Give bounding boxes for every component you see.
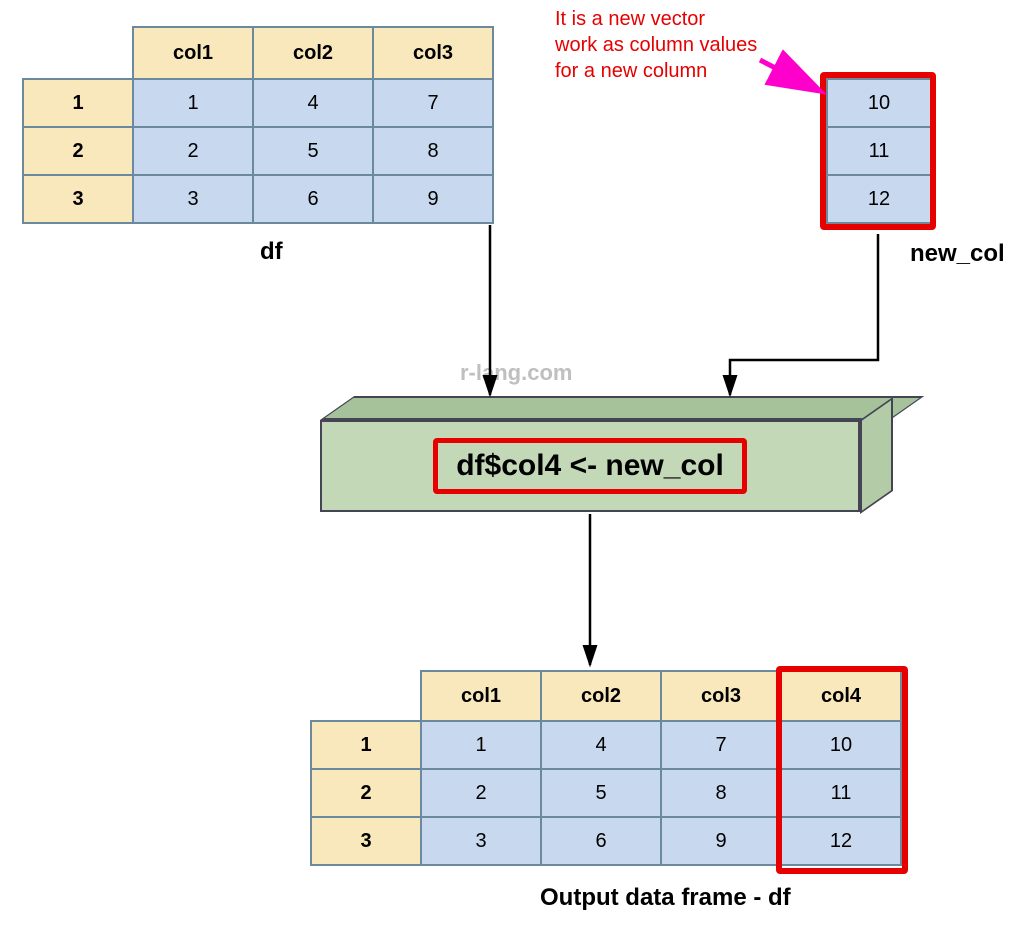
input-row-index: 1 — [23, 79, 133, 127]
output-row-index: 2 — [311, 769, 421, 817]
output-cell: 5 — [541, 769, 661, 817]
output-row-index: 3 — [311, 817, 421, 865]
input-cell: 6 — [253, 175, 373, 223]
output-col-header: col3 — [661, 671, 781, 721]
output-cell: 9 — [661, 817, 781, 865]
input-cell: 5 — [253, 127, 373, 175]
annotation-arrow-icon — [760, 60, 818, 90]
vector-cell: 11 — [827, 127, 931, 175]
new-vector-caption: new_col — [910, 240, 1005, 268]
input-col-header: col3 — [373, 27, 493, 79]
output-col-header: col1 — [421, 671, 541, 721]
output-row-index: 1 — [311, 721, 421, 769]
new-vector-table: 10 11 12 — [826, 78, 932, 224]
input-cell: 4 — [253, 79, 373, 127]
input-row-index: 3 — [23, 175, 133, 223]
output-col-header: col2 — [541, 671, 661, 721]
input-cell: 7 — [373, 79, 493, 127]
input-cell: 9 — [373, 175, 493, 223]
output-cell: 1 — [421, 721, 541, 769]
vector-cell: 10 — [827, 79, 931, 127]
output-cell: 12 — [781, 817, 901, 865]
input-cell: 2 — [133, 127, 253, 175]
input-df-caption: df — [260, 238, 283, 266]
watermark-text: r-lang.com — [460, 360, 572, 386]
output-col-header: col4 — [781, 671, 901, 721]
output-cell: 8 — [661, 769, 781, 817]
annotation-line: for a new column — [555, 60, 707, 82]
output-cell: 7 — [661, 721, 781, 769]
input-row-index: 2 — [23, 127, 133, 175]
output-cell: 4 — [541, 721, 661, 769]
output-df-caption: Output data frame - df — [540, 884, 791, 912]
annotation-line: It is a new vector — [555, 8, 705, 30]
output-cell: 10 — [781, 721, 901, 769]
output-cell: 6 — [541, 817, 661, 865]
arrow-vector-to-op-icon — [730, 234, 878, 395]
output-cell: 11 — [781, 769, 901, 817]
input-col-header: col1 — [133, 27, 253, 79]
annotation-text: It is a new vector work as column values… — [555, 6, 757, 84]
input-cell: 1 — [133, 79, 253, 127]
annotation-line: work as column values — [555, 34, 757, 56]
input-cell: 3 — [133, 175, 253, 223]
input-df-table: col1 col2 col3 1 1 4 7 2 2 5 8 3 3 6 9 — [22, 26, 494, 224]
operation-code: df$col4 <- new_col — [433, 438, 747, 494]
output-df-table: col1 col2 col3 col4 1 1 4 7 10 2 2 5 8 1… — [310, 670, 902, 866]
input-cell: 8 — [373, 127, 493, 175]
vector-cell: 12 — [827, 175, 931, 223]
output-cell: 3 — [421, 817, 541, 865]
input-col-header: col2 — [253, 27, 373, 79]
operation-box: df$col4 <- new_col — [320, 420, 860, 512]
output-cell: 2 — [421, 769, 541, 817]
